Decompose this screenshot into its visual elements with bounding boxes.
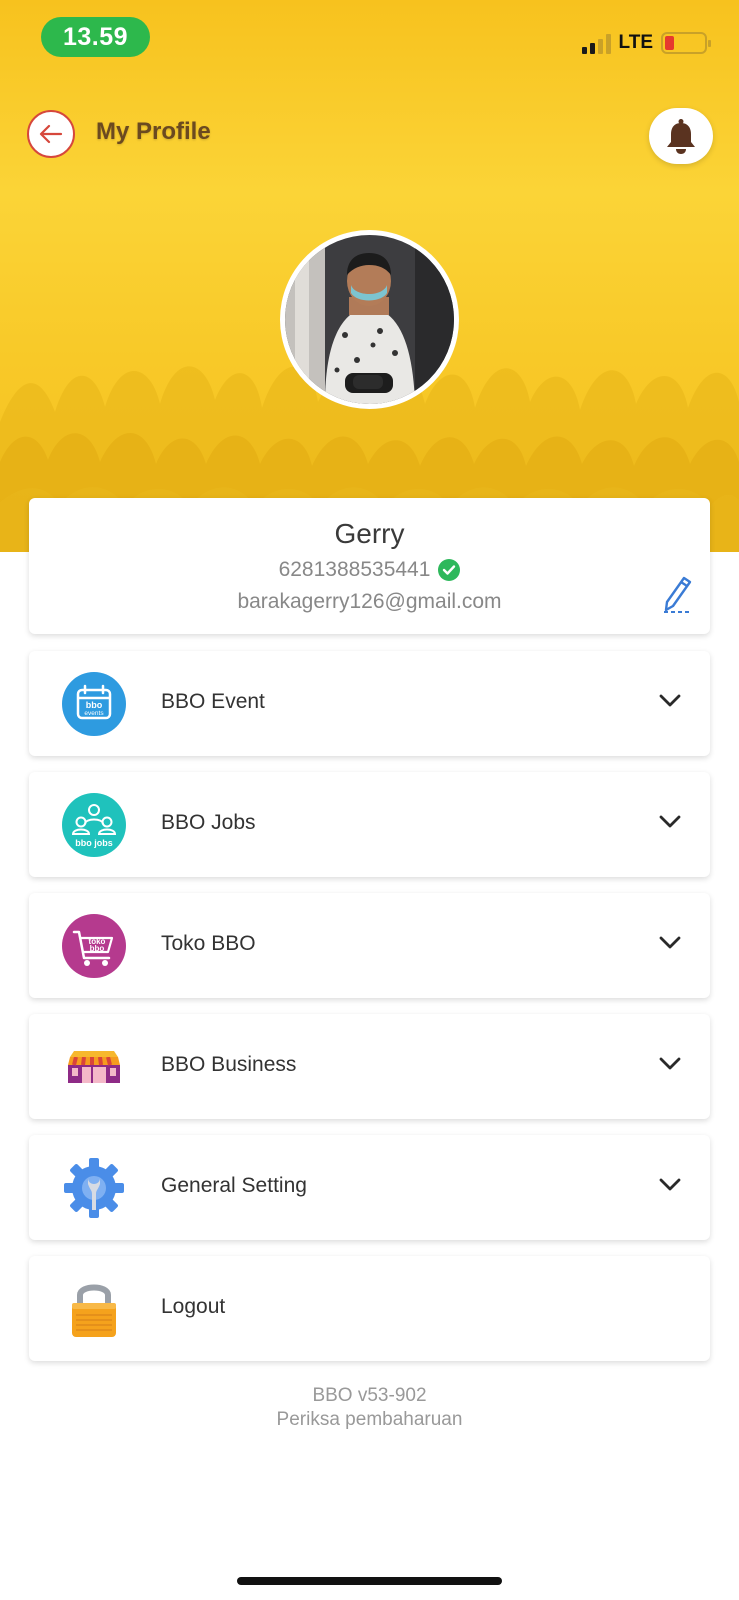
signal-strength-icon xyxy=(581,32,611,54)
version-footer: BBO v53-902 Periksa pembaharuan xyxy=(0,1384,739,1432)
svg-text:events: events xyxy=(84,710,104,717)
avatar[interactable] xyxy=(280,230,459,409)
menu-item-general-setting[interactable]: General Setting xyxy=(29,1135,710,1240)
profile-card: Gerry 6281388535441 barakagerry126@gmail… xyxy=(29,498,710,634)
status-indicators: LTE xyxy=(581,32,711,54)
check-update-link[interactable]: Periksa pembaharuan xyxy=(0,1408,739,1432)
verified-check-icon xyxy=(438,559,461,581)
notification-button[interactable] xyxy=(649,108,713,164)
menu-item-label: BBO Jobs xyxy=(161,811,256,834)
profile-name: Gerry xyxy=(334,518,405,549)
chevron-down-icon[interactable] xyxy=(658,693,682,709)
svg-text:bbo: bbo xyxy=(90,944,105,953)
menu-item-label: General Setting xyxy=(161,1174,307,1197)
menu-item-bbo-jobs[interactable]: bbo jobs BBO Jobs xyxy=(29,772,710,877)
chevron-down-icon[interactable] xyxy=(658,1177,682,1193)
bbo-events-icon: bbo events xyxy=(62,672,126,736)
menu-item-bbo-event[interactable]: bbo events BBO Event xyxy=(29,651,710,756)
gear-wrench-icon xyxy=(64,1158,124,1218)
profile-phone: 6281388535441 xyxy=(278,558,431,581)
page-title: My Profile xyxy=(96,118,211,145)
chevron-down-icon[interactable] xyxy=(658,1056,682,1072)
storefront-icon xyxy=(68,1051,120,1083)
battery-icon xyxy=(661,32,711,54)
status-time: 13.59 xyxy=(41,17,150,57)
back-button[interactable] xyxy=(27,110,75,158)
bell-icon xyxy=(667,119,695,154)
profile-email: barakagerry126@gmail.com xyxy=(237,590,502,613)
bbo-jobs-icon: bbo jobs xyxy=(62,793,126,857)
arrow-left-icon xyxy=(39,124,63,144)
network-type: LTE xyxy=(618,32,653,53)
toko-bbo-icon: toko bbo xyxy=(62,914,126,978)
menu-item-logout[interactable]: Logout xyxy=(29,1256,710,1361)
profile-photo xyxy=(285,235,454,404)
menu-item-label: BBO Business xyxy=(161,1053,297,1076)
menu-item-label: BBO Event xyxy=(161,690,265,713)
app-version: BBO v53-902 xyxy=(312,1385,427,1406)
svg-text:bbo: bbo xyxy=(86,700,103,710)
pencil-icon xyxy=(664,576,692,613)
chevron-down-icon[interactable] xyxy=(658,935,682,951)
edit-profile-button[interactable] xyxy=(660,574,696,616)
menu-item-label: Logout xyxy=(161,1295,226,1318)
padlock-icon xyxy=(72,1284,116,1337)
svg-text:bbo jobs: bbo jobs xyxy=(75,838,113,848)
home-indicator[interactable] xyxy=(237,1577,502,1585)
chevron-down-icon[interactable] xyxy=(658,814,682,830)
profile-phone-row: 6281388535441 xyxy=(29,558,710,582)
menu-item-label: Toko BBO xyxy=(161,932,256,955)
menu-item-toko-bbo[interactable]: toko bbo Toko BBO xyxy=(29,893,710,998)
menu-item-bbo-business[interactable]: BBO Business xyxy=(29,1014,710,1119)
